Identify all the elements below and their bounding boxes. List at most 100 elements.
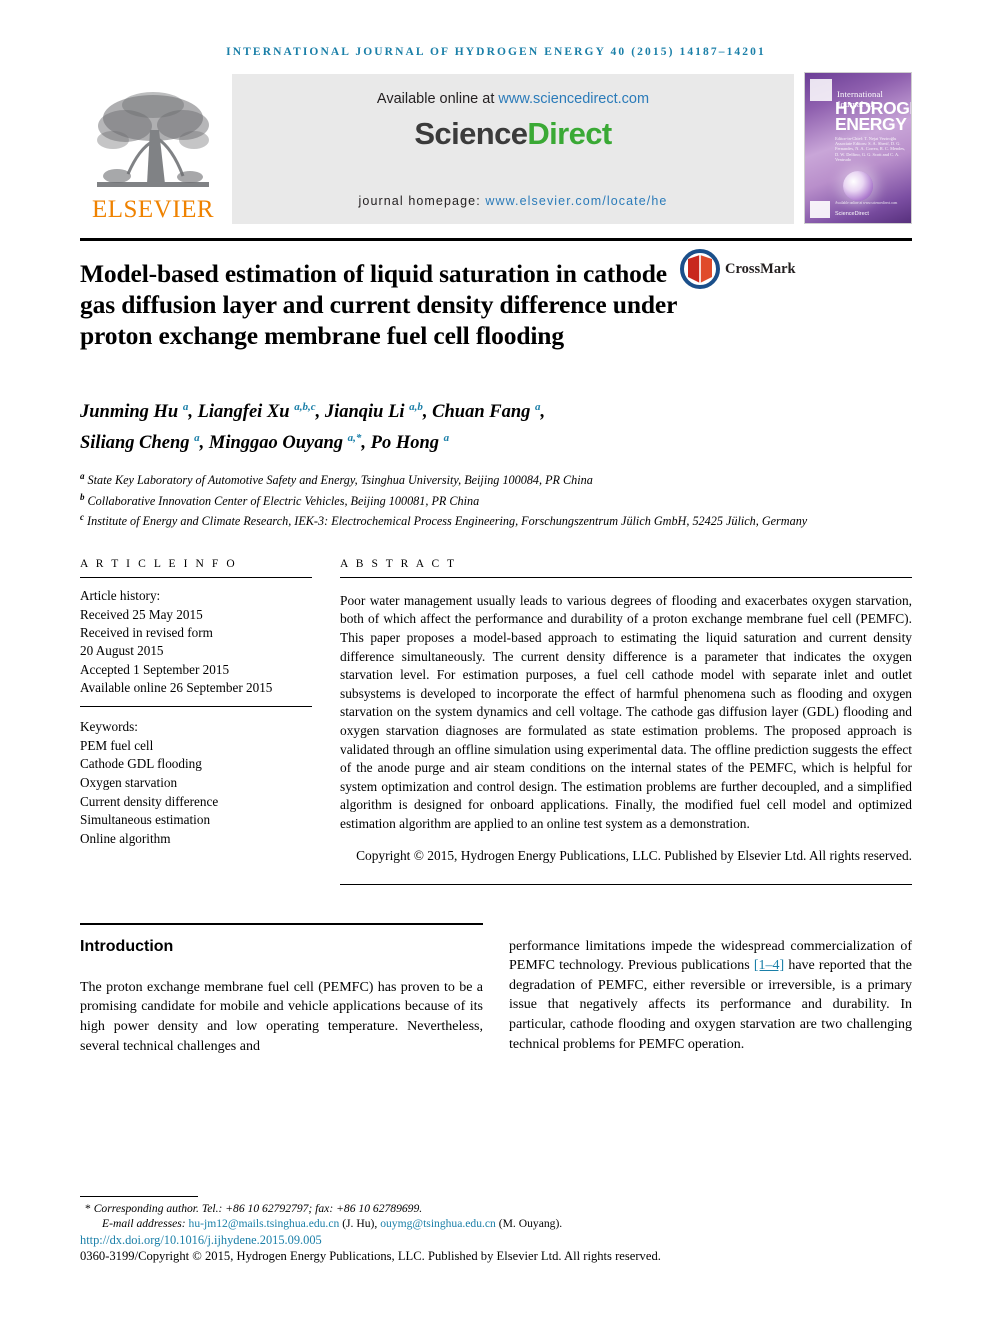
elsevier-logo: ELSEVIER (80, 72, 226, 224)
citation-link-1-4[interactable]: [1–4] (754, 958, 784, 973)
article-info-rule-top (80, 577, 312, 579)
crossmark-badge[interactable]: CrossMark (680, 249, 796, 289)
body-column-left: Introduction The proton exchange membran… (80, 922, 483, 1071)
author-name: Junming Hu (80, 402, 179, 423)
author-name: Minggao Ouyang (208, 433, 344, 454)
elsevier-tree-icon (97, 92, 209, 187)
issn-copyright-line: 0360-3199/Copyright © 2015, Hydrogen Ene… (80, 1249, 661, 1264)
author-sep: , (422, 402, 433, 423)
email-owner-ouyang: (M. Ouyang). (498, 1217, 563, 1231)
article-history-label: Article history: (80, 588, 161, 604)
title-row: Model-based estimation of liquid saturat… (80, 241, 912, 368)
author-list: Junming Hu a, Liangfei Xu a,b,c, Jianqiu… (80, 394, 912, 456)
affiliation-item: a State Key Laboratory of Automotive Saf… (80, 468, 912, 488)
email-addresses-note: E-mail addresses: hu-jm12@mails.tsinghua… (80, 1216, 912, 1232)
author-entry: Po Hong a (370, 432, 450, 454)
keyword-item[interactable]: Current density difference (80, 793, 312, 812)
history-item: Received in revised form (80, 625, 213, 641)
history-item: Received 25 May 2015 (80, 606, 203, 622)
running-head: INTERNATIONAL JOURNAL OF HYDROGEN ENERGY… (226, 46, 766, 58)
keyword-item[interactable]: PEM fuel cell (80, 737, 312, 756)
keywords-block: Keywords: PEM fuel cell Cathode GDL floo… (80, 718, 312, 848)
sciencedirect-link[interactable]: www.sciencedirect.com (498, 91, 649, 107)
abstract-text: Poor water management usually leads to v… (340, 592, 912, 831)
cover-ihe-mark (810, 201, 830, 218)
email-link-hu[interactable]: hu-jm12@mails.tsinghua.edu.cn (189, 1217, 340, 1230)
history-item: Available online 26 September 2015 (80, 679, 273, 695)
history-item: Accepted 1 September 2015 (80, 661, 230, 677)
author-name: Siliang Cheng (80, 433, 190, 454)
affiliation-marker: b (80, 491, 85, 502)
cover-editors: Editor-in-Chief: T. Nejat Veziroğlu Asso… (835, 136, 906, 162)
affiliation-list: a State Key Laboratory of Automotive Saf… (80, 468, 912, 529)
footnote-rule (80, 1195, 198, 1197)
corresponding-author-note: * Corresponding author. Tel.: +86 10 627… (80, 1201, 912, 1217)
available-online-line: Available online at www.sciencedirect.co… (377, 91, 649, 107)
abstract-column: A B S T R A C T Poor water management us… (340, 558, 912, 885)
affiliation-text: Collaborative Innovation Center of Elect… (87, 493, 480, 508)
affiliation-marker: c (80, 512, 84, 523)
author-sep: , (361, 433, 371, 454)
body-column-right: performance limitations impede the wides… (509, 923, 912, 1071)
cover-title-energy: ENERGY (835, 114, 907, 134)
keywords-label: Keywords: (80, 719, 138, 735)
crossmark-icon (680, 249, 720, 289)
history-item: 20 August 2015 (80, 643, 164, 659)
journal-cover-thumbnail: International Journal of HYDROGEN ENERGY… (804, 72, 912, 224)
cover-available-line: Available online at www.sciencedirect.co… (835, 201, 898, 205)
body-columns: Introduction The proton exchange membran… (80, 922, 912, 1071)
author-name: Liangfei Xu (197, 402, 290, 423)
affiliation-text: State Key Laboratory of Automotive Safet… (87, 473, 593, 488)
sciencedirect-banner: Available online at www.sciencedirect.co… (232, 72, 794, 224)
keyword-item[interactable]: Cathode GDL flooding (80, 755, 312, 774)
doi-line: http://dx.doi.org/10.1016/j.ijhydene.201… (80, 1233, 912, 1249)
author-affil-marker[interactable]: a,b,c (294, 401, 315, 413)
author-sep: , (188, 402, 198, 423)
email-link-ouyang[interactable]: ouymg@tsinghua.edu.cn (380, 1217, 496, 1230)
author-name: Jianqiu Li (324, 402, 405, 423)
article-info-heading: A R T I C L E I N F O (80, 558, 238, 571)
article-info-column: A R T I C L E I N F O Article history: R… (80, 558, 312, 884)
keyword-item[interactable]: Oxygen starvation (80, 774, 312, 793)
abstract-heading: A B S T R A C T (340, 558, 457, 571)
cover-sphere-graphic (843, 171, 873, 201)
article-history: Article history: Received 25 May 2015 Re… (80, 587, 312, 697)
affiliation-item: b Collaborative Innovation Center of Ele… (80, 489, 912, 509)
section-heading-introduction: Introduction (80, 937, 174, 955)
corresponding-author-text: Corresponding author. Tel.: +86 10 62792… (93, 1201, 423, 1215)
keyword-item[interactable]: Online algorithm (80, 830, 312, 849)
doi-link[interactable]: http://dx.doi.org/10.1016/j.ijhydene.201… (80, 1233, 322, 1247)
author-entry: Liangfei Xu a,b,c, (197, 401, 325, 423)
footnote-area: * Corresponding author. Tel.: +86 10 627… (80, 1195, 912, 1265)
page-title: Model-based estimation of liquid saturat… (80, 259, 677, 350)
author-entry: Siliang Cheng a, (80, 432, 209, 454)
intro-paragraph-left: The proton exchange membrane fuel cell (… (80, 979, 483, 1054)
author-affil-marker[interactable]: a,* (348, 432, 362, 444)
keyword-item[interactable]: Simultaneous estimation (80, 811, 312, 830)
article-first-page: INTERNATIONAL JOURNAL OF HYDROGEN ENERGY… (0, 0, 992, 1323)
sciencedirect-logo: ScienceDirect (414, 116, 612, 152)
intro-paragraph-right: performance limitations impede the wides… (509, 937, 912, 1055)
email-addresses-label: E-mail addresses: (102, 1217, 186, 1231)
author-affil-marker[interactable]: a,b (409, 401, 423, 413)
info-abstract-grid: A R T I C L E I N F O Article history: R… (80, 558, 912, 885)
email-owner-hu: (J. Hu), (342, 1217, 378, 1231)
author-sep: , (315, 402, 325, 423)
abstract-rule-bottom (340, 883, 912, 885)
journal-homepage-line: journal homepage: www.elsevier.com/locat… (359, 194, 668, 208)
author-affil-marker[interactable]: a (444, 432, 450, 444)
affiliation-text: Institute of Energy and Climate Research… (87, 514, 808, 529)
available-online-label: Available online at (376, 91, 495, 107)
author-name: Po Hong (370, 433, 440, 454)
article-info-rule-mid (80, 706, 312, 708)
author-sep: , (540, 402, 546, 423)
author-entry: Junming Hu a, (80, 401, 198, 423)
author-entry: Jianqiu Li a,b, (324, 401, 433, 423)
journal-masthead: ELSEVIER Available online at www.science… (80, 72, 912, 224)
author-entry: Chuan Fang a, (432, 401, 546, 423)
journal-homepage-link[interactable]: www.elsevier.com/locate/he (485, 194, 667, 208)
sciencedirect-logo-science: Science (414, 116, 528, 151)
elsevier-wordmark: ELSEVIER (91, 196, 215, 223)
author-sep: , (199, 433, 209, 454)
crossmark-label: CrossMark (725, 260, 796, 277)
